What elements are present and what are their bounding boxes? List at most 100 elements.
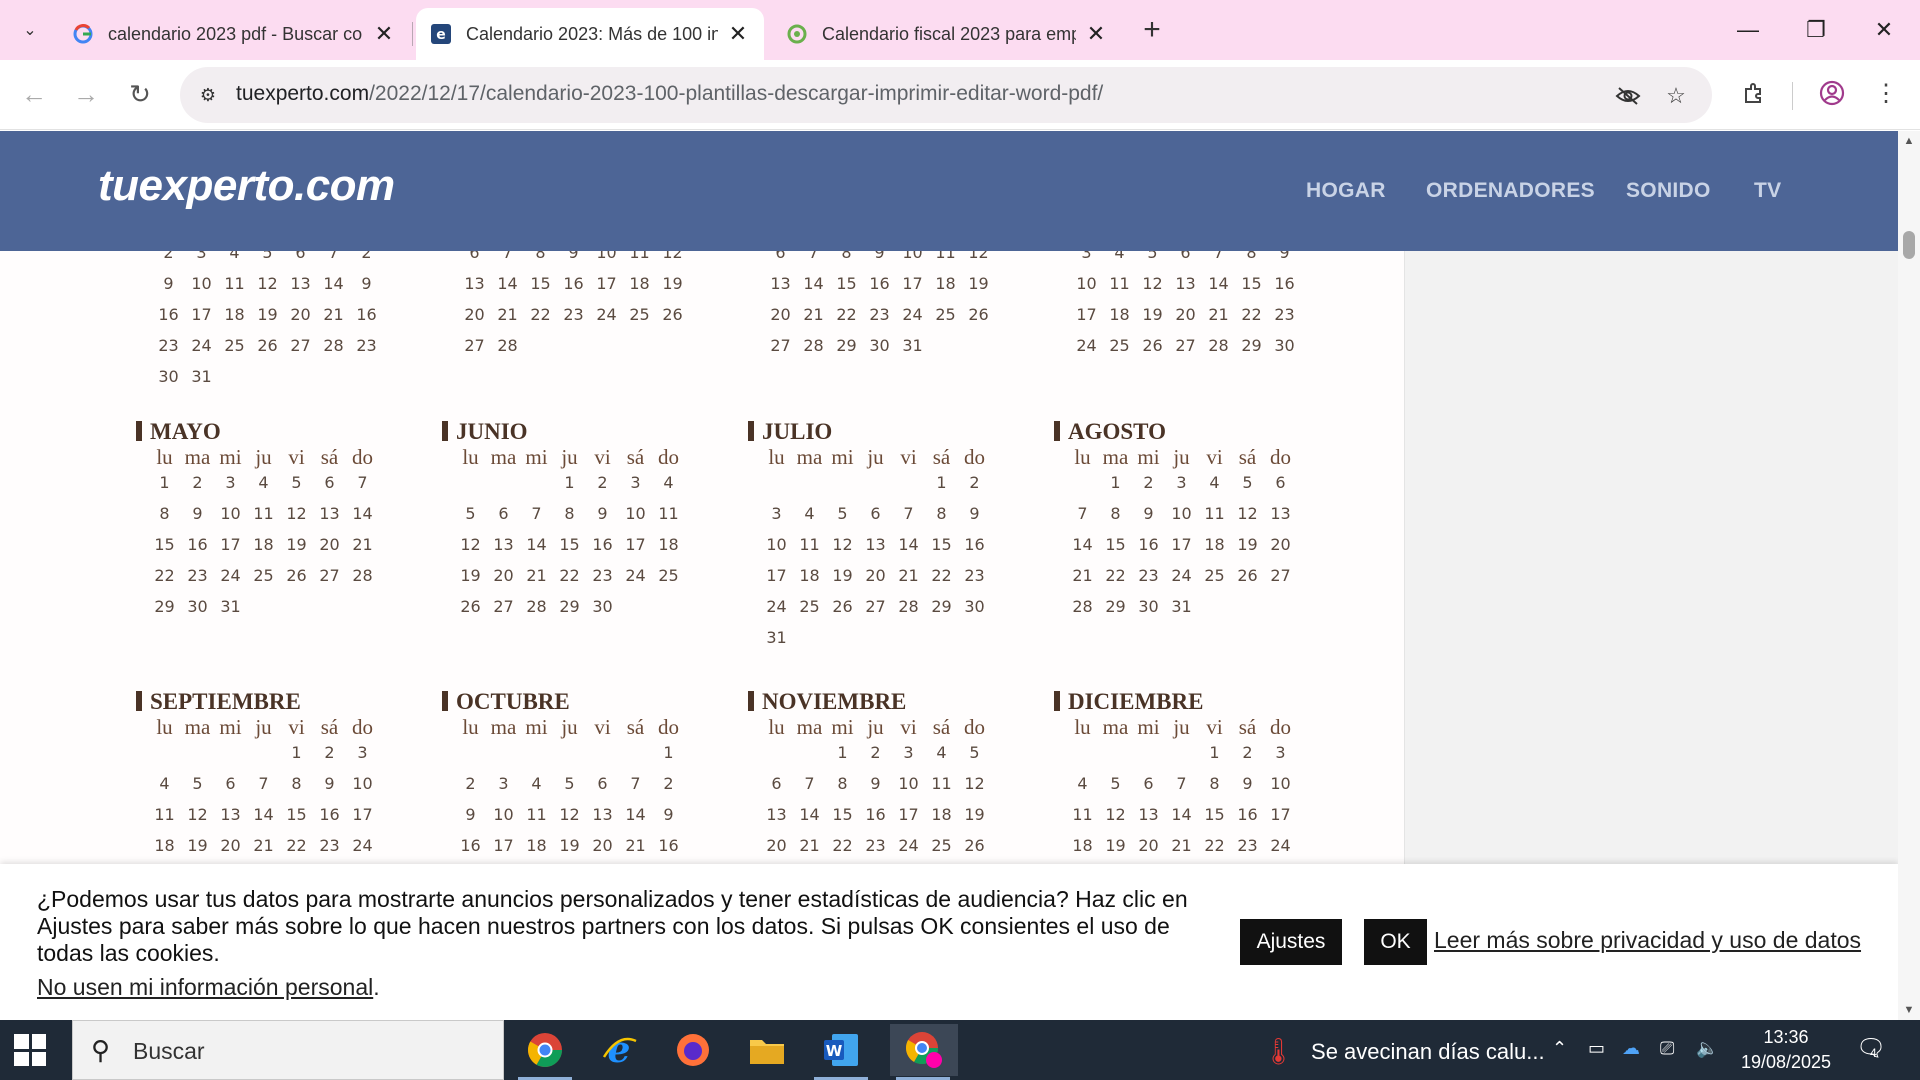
menu-kebab-icon[interactable]: ⋮ (1868, 75, 1904, 111)
day-cell: 24 (625, 566, 646, 585)
tab-google-search[interactable]: calendario 2023 pdf - Buscar co ✕ (58, 8, 410, 60)
new-tab-button[interactable]: + (1134, 12, 1170, 48)
day-cell: 18 (935, 274, 956, 293)
windows-start-icon[interactable] (14, 1034, 46, 1066)
battery-icon[interactable]: ▭ (1588, 1038, 1605, 1059)
day-cell (1099, 628, 1132, 659)
day-cell: 3 (357, 743, 368, 762)
tab-calendario-fiscal[interactable]: Calendario fiscal 2023 para emp ✕ (772, 8, 1122, 60)
close-icon[interactable]: ✕ (726, 21, 750, 47)
privacy-link[interactable]: Leer más sobre privacidad y uso de datos (1434, 927, 1861, 954)
day-cell: 7 (1213, 251, 1224, 262)
day-cell: 10 (220, 504, 241, 523)
file-explorer-app[interactable] (734, 1024, 800, 1076)
weekday-header: ju (1173, 715, 1190, 739)
weekday-header: do (352, 715, 373, 739)
day-cell: 7 (531, 504, 542, 523)
weekday-header: sá (932, 715, 951, 739)
nav-hogar[interactable]: HOGAR (1306, 179, 1386, 203)
day-cell: 21 (497, 305, 518, 324)
onedrive-icon[interactable]: ☁ (1622, 1038, 1640, 1059)
chrome-profile-app[interactable] (890, 1024, 958, 1080)
day-cell: 15 (286, 805, 307, 824)
weekday-header: sá (320, 715, 339, 739)
volume-icon[interactable]: 🔈 (1696, 1038, 1718, 1059)
scroll-up-icon[interactable]: ▲ (1898, 131, 1920, 151)
day-cell: 6 (1275, 473, 1286, 492)
site-info-icon[interactable]: ⚙ (194, 81, 222, 109)
taskbar: ⚲ Buscar e W 🌡 Se avecinan días calu... … (0, 1020, 1920, 1080)
day-cell: 12 (187, 805, 208, 824)
chrome-app[interactable] (512, 1024, 578, 1080)
day-cell (619, 628, 652, 659)
day-cell: 7 (808, 251, 819, 262)
day-cell: 19 (559, 836, 580, 855)
weekday-header: vi (288, 445, 305, 469)
day-cell: 11 (253, 504, 274, 523)
day-cell: 21 (352, 535, 373, 554)
back-button[interactable]: ← (14, 74, 54, 114)
day-cell: 24 (220, 566, 241, 585)
nav-tv[interactable]: TV (1754, 179, 1781, 203)
tab-search-button[interactable]: ⌄ (10, 12, 50, 48)
word-app[interactable]: W (808, 1024, 874, 1080)
nav-ordenadores[interactable]: ORDENADORES (1426, 179, 1595, 203)
google-icon (72, 23, 94, 45)
day-cell (1066, 628, 1099, 659)
nav-sonido[interactable]: SONIDO (1626, 179, 1711, 203)
weekday-header: do (1270, 715, 1291, 739)
opt-out-link[interactable]: No usen mi información personal (37, 974, 373, 1000)
eye-off-icon[interactable] (1612, 80, 1644, 112)
day-cell: 24 (352, 836, 373, 855)
day-cell: 28 (497, 336, 518, 355)
day-cell: 15 (1241, 274, 1262, 293)
scroll-down-icon[interactable]: ▼ (1898, 1000, 1920, 1020)
weekday-header: do (658, 715, 679, 739)
reload-button[interactable]: ↻ (120, 74, 160, 114)
forward-button[interactable]: → (66, 74, 106, 114)
day-cell: 9 (163, 274, 174, 293)
day-cell: 27 (1175, 336, 1196, 355)
firefox-app[interactable] (660, 1024, 726, 1076)
opt-out-link-wrapper: No usen mi información personal. (37, 974, 380, 1001)
cookie-ok-button[interactable]: OK (1364, 919, 1427, 965)
day-cell: 2 (465, 774, 476, 793)
day-cell: 6 (498, 504, 509, 523)
bookmark-star-icon[interactable]: ☆ (1660, 80, 1692, 112)
day-cell (892, 473, 925, 504)
page-scrollbar[interactable]: ▲ ▼ (1898, 131, 1920, 1020)
day-cell (623, 336, 656, 367)
notification-center-icon[interactable]: 🗨 4 (1856, 1034, 1886, 1063)
minimize-button[interactable]: — (1720, 8, 1776, 52)
restore-button[interactable]: ❐ (1788, 8, 1844, 52)
close-icon[interactable]: ✕ (372, 21, 396, 47)
extensions-icon[interactable] (1736, 75, 1772, 111)
day-cell (491, 367, 524, 398)
day-cell: 1 (837, 743, 848, 762)
chevron-up-icon[interactable]: ⌃ (1552, 1038, 1567, 1059)
day-cell: 11 (1072, 805, 1093, 824)
day-cell (586, 743, 619, 774)
day-cell: 31 (191, 367, 212, 386)
profile-icon[interactable] (1814, 75, 1850, 111)
url-text[interactable]: tuexperto.com/2022/12/17/calendario-2023… (236, 82, 1103, 106)
day-cell (557, 336, 590, 367)
close-window-button[interactable]: ✕ (1856, 8, 1912, 52)
taskbar-search-box[interactable]: ⚲ Buscar (72, 1020, 504, 1080)
address-bar[interactable]: ⚙ tuexperto.com/2022/12/17/calendario-20… (180, 67, 1712, 123)
cookie-settings-button[interactable]: Ajustes (1240, 919, 1342, 965)
scrollbar-thumb[interactable] (1903, 231, 1915, 259)
day-cell: 30 (1138, 597, 1159, 616)
day-cell: 7 (258, 774, 269, 793)
day-cell: 21 (803, 305, 824, 324)
weather-widget[interactable]: 🌡 Se avecinan días calu... (1262, 1036, 1545, 1067)
day-cell: 6 (1180, 251, 1191, 262)
weekday-header: do (1270, 445, 1291, 469)
edge-legacy-app[interactable]: e (586, 1024, 652, 1076)
site-logo[interactable]: tuexperto.com (98, 161, 395, 211)
day-cell: 18 (658, 535, 679, 554)
system-clock[interactable]: 13:36 19/08/2025 (1738, 1025, 1834, 1075)
close-icon[interactable]: ✕ (1084, 21, 1108, 47)
tab-calendario-2023[interactable]: e Calendario 2023: Más de 100 in ✕ (416, 8, 764, 60)
meet-now-icon[interactable]: ⎚ (1660, 1038, 1674, 1059)
